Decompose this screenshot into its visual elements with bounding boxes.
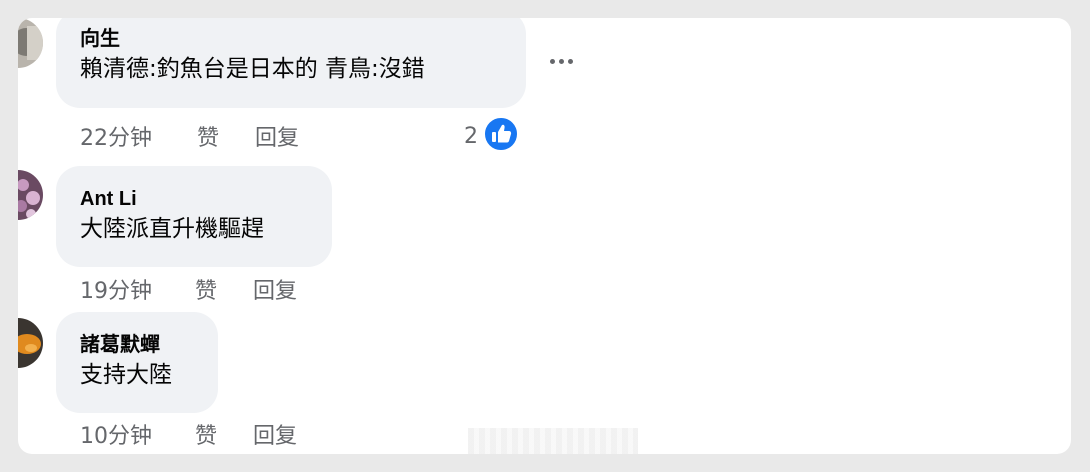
comment-time[interactable]: 19分钟 bbox=[80, 273, 152, 305]
reaction-count[interactable]: 2 bbox=[464, 124, 478, 149]
like-reaction-icon[interactable] bbox=[483, 116, 519, 152]
more-options-icon[interactable] bbox=[550, 56, 580, 66]
comment-bubble: 向生 賴清德:釣魚台是日本的 青鳥:沒錯 bbox=[56, 18, 526, 108]
avatar[interactable] bbox=[18, 18, 43, 68]
comment-time[interactable]: 10分钟 bbox=[80, 418, 152, 450]
comment-author[interactable]: Ant Li bbox=[80, 186, 308, 212]
watermark bbox=[468, 428, 638, 454]
comment-text: 賴清德:釣魚台是日本的 青鳥:沒錯 bbox=[80, 56, 425, 82]
comment-bubble: 諸葛默蟬 支持大陸 bbox=[56, 312, 218, 413]
comment-bubble: Ant Li 大陸派直升機驅趕 bbox=[56, 166, 332, 267]
comment-text: 大陸派直升機驅趕 bbox=[80, 216, 264, 242]
comment-time[interactable]: 22分钟 bbox=[80, 120, 152, 152]
like-button[interactable]: 赞 bbox=[195, 418, 217, 450]
reply-button[interactable]: 回复 bbox=[253, 418, 297, 450]
like-button[interactable]: 赞 bbox=[195, 273, 217, 305]
reply-button[interactable]: 回复 bbox=[255, 120, 299, 152]
comment-author[interactable]: 向生 bbox=[80, 26, 502, 52]
comment-text: 支持大陸 bbox=[80, 362, 172, 388]
avatar[interactable] bbox=[18, 318, 43, 368]
avatar[interactable] bbox=[18, 170, 43, 220]
like-button[interactable]: 赞 bbox=[197, 120, 219, 152]
reply-button[interactable]: 回复 bbox=[253, 273, 297, 305]
comment-author[interactable]: 諸葛默蟬 bbox=[80, 332, 194, 358]
comments-panel: 向生 賴清德:釣魚台是日本的 青鳥:沒錯 22分钟 赞 回复 2 Ant Li … bbox=[18, 18, 1071, 454]
